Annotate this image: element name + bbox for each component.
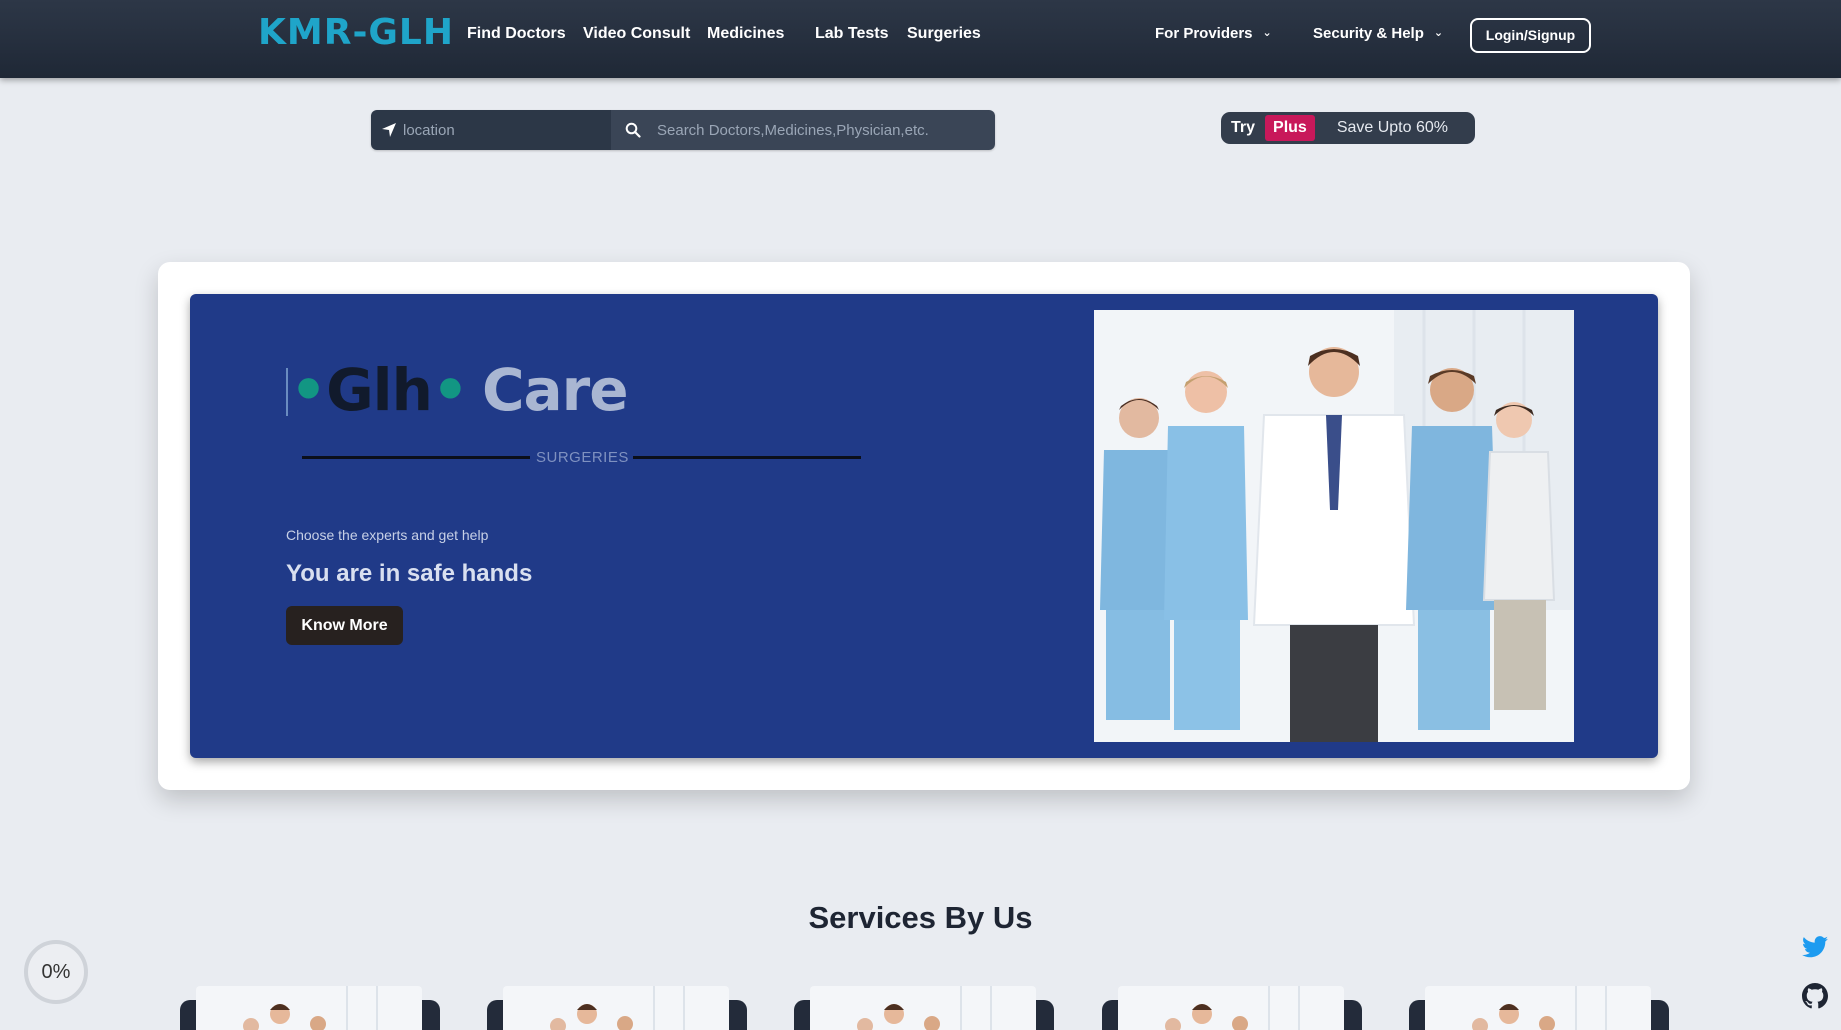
title-dot: • (431, 356, 469, 424)
chevron-down-icon: ⌄ (1433, 27, 1444, 39)
know-more-button[interactable]: Know More (286, 606, 403, 645)
doctors-team-image (1094, 310, 1574, 742)
hero-small-text: Choose the experts and get help (286, 527, 489, 543)
dropdown-label: For Providers (1155, 25, 1253, 42)
title-dot: • (290, 356, 327, 424)
navbar: KMR-GLH Find Doctors Video Consult Medic… (0, 0, 1841, 78)
service-thumbnail (196, 986, 422, 1030)
dropdown-label: Security & Help (1313, 25, 1424, 42)
service-card[interactable] (1409, 986, 1669, 1030)
chevron-down-icon: ⌄ (1262, 27, 1272, 39)
search-bar (371, 110, 995, 150)
location-input[interactable] (371, 110, 611, 150)
service-thumbnail (1118, 986, 1344, 1030)
service-card[interactable] (1102, 986, 1362, 1030)
text-cursor (286, 368, 288, 416)
location-arrow-icon (382, 123, 396, 137)
plus-badge: Plus (1265, 115, 1315, 141)
brand-logo[interactable]: KMR-GLH (258, 12, 454, 53)
service-card[interactable] (180, 986, 440, 1030)
service-thumbnail (810, 986, 1036, 1030)
divider-right (633, 456, 861, 459)
service-card[interactable] (487, 986, 747, 1030)
login-signup-button[interactable]: Login/Signup (1470, 18, 1591, 53)
hero-headline: You are in safe hands (286, 560, 533, 587)
search-icon (625, 122, 641, 138)
location-box (371, 110, 611, 150)
plus-offer-pill[interactable]: Try Plus Save Upto 60% (1221, 112, 1475, 144)
hero-title: •Glh• Care (286, 356, 629, 424)
nav-find-doctors[interactable]: Find Doctors (467, 25, 566, 43)
service-thumbnail (503, 986, 729, 1030)
divider-left (302, 456, 530, 459)
save-label: Save Upto 60% (1336, 119, 1448, 136)
nav-lab-tests[interactable]: Lab Tests (815, 25, 889, 43)
hero-subtitle: SURGERIES (536, 449, 629, 466)
twitter-icon[interactable] (1802, 936, 1828, 963)
services-title: Services By Us (808, 900, 1033, 935)
dropdown-for-providers[interactable]: For Providers ⌄ (1155, 25, 1272, 42)
title-glh: Glh (326, 356, 433, 424)
github-icon[interactable] (1802, 983, 1828, 1014)
title-care: Care (481, 356, 629, 424)
service-card[interactable] (794, 986, 1054, 1030)
try-label: Try (1231, 119, 1256, 136)
scroll-progress[interactable]: 0% (24, 940, 88, 1004)
search-input[interactable] (611, 110, 995, 150)
nav-surgeries[interactable]: Surgeries (907, 25, 981, 43)
service-thumbnail (1425, 986, 1651, 1030)
query-box (611, 110, 995, 150)
nav-video-consult[interactable]: Video Consult (583, 25, 690, 43)
dropdown-security-help[interactable]: Security & Help ⌄ (1313, 25, 1443, 42)
nav-medicines[interactable]: Medicines (707, 25, 784, 43)
